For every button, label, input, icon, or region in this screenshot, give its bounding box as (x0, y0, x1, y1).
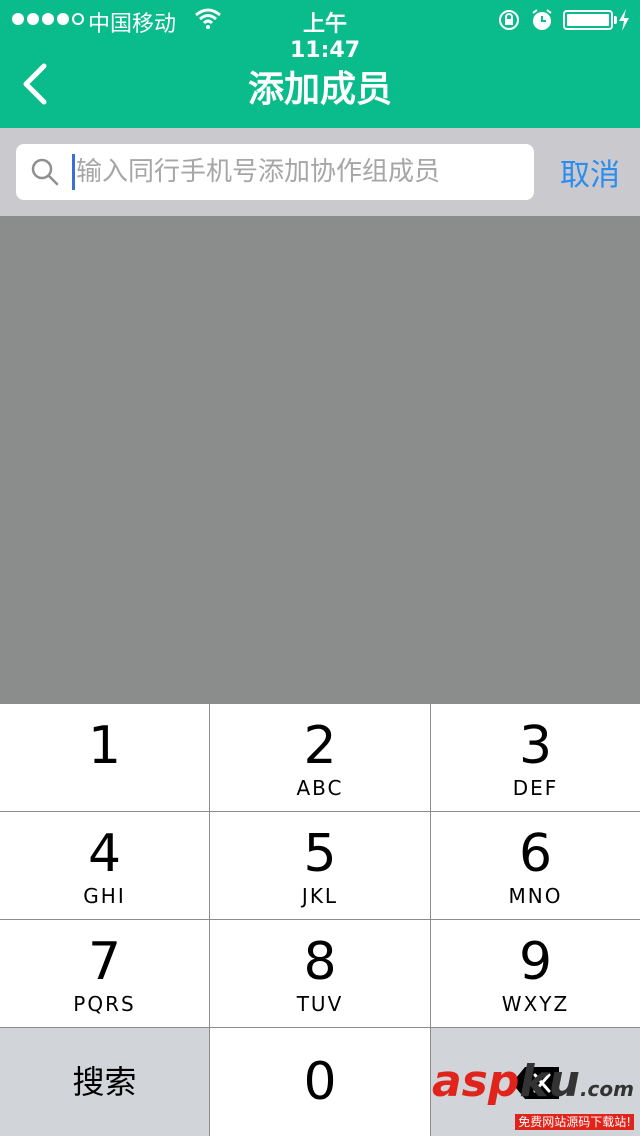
key-8[interactable]: 8 TUV (210, 920, 430, 1027)
key-digit: 6 (518, 824, 553, 884)
search-key[interactable]: 搜索 (0, 1028, 209, 1136)
key-digit: 1 (87, 716, 122, 776)
key-digit: 2 (303, 716, 337, 776)
watermark-brand: aspku.com (431, 1056, 634, 1107)
backspace-key[interactable]: aspku.com 免费网站源码下载站! (431, 1028, 640, 1136)
key-2[interactable]: 2 ABC (210, 704, 430, 811)
key-9[interactable]: 9 WXYZ (431, 920, 640, 1027)
key-digit: 3 (518, 716, 553, 776)
key-letters: MNO (508, 884, 563, 908)
status-time: 上午11:47 (289, 12, 361, 63)
key-letters: TUV (296, 992, 344, 1016)
dimmed-overlay[interactable] (0, 216, 640, 704)
key-letters: DEF (512, 776, 559, 800)
search-key-label: 搜索 (72, 1063, 137, 1101)
rotation-lock-icon (499, 10, 519, 30)
charging-bolt-icon (619, 9, 629, 31)
key-letters: GHI (83, 884, 126, 908)
carrier-name: 中国移动 (88, 12, 177, 37)
battery-icon (563, 10, 613, 30)
key-letters: WXYZ (501, 992, 570, 1016)
key-5[interactable]: 5 JKL (210, 812, 430, 919)
key-6[interactable]: 6 MNO (431, 812, 640, 919)
key-letters: PQRS (73, 992, 136, 1016)
text-caret (72, 154, 75, 190)
nav-header: 中国移动 上午11:47 添加成员 (0, 0, 640, 128)
key-letters: ABC (296, 776, 344, 800)
key-0[interactable]: 0 (210, 1028, 430, 1136)
watermark: aspku.com 免费网站源码下载站! (432, 1060, 634, 1130)
key-3[interactable]: 3 DEF (431, 704, 640, 811)
key-digit: 0 (303, 1052, 337, 1112)
key-4[interactable]: 4 GHI (0, 812, 209, 919)
key-digit: 9 (518, 932, 553, 992)
key-digit: 7 (87, 932, 122, 992)
cancel-button[interactable]: 取消 (550, 150, 630, 194)
battery-tip (614, 16, 617, 24)
numeric-keypad: 1 2 ABC 3 DEF 4 GHI 5 JKL 6 MNO 7 PQRS 8… (0, 704, 640, 1136)
key-7[interactable]: 7 PQRS (0, 920, 209, 1027)
search-icon (31, 158, 59, 186)
key-digit: 8 (303, 932, 337, 992)
back-chevron-icon[interactable] (20, 62, 50, 106)
status-bar: 中国移动 上午11:47 (0, 0, 640, 63)
signal-strength-icon (12, 13, 84, 25)
page-title: 添加成员 (247, 69, 392, 110)
key-letters: JKL (301, 884, 339, 908)
phone-search-input[interactable] (76, 144, 516, 200)
key-1[interactable]: 1 (0, 704, 209, 811)
alarm-icon (532, 9, 552, 30)
key-digit: 4 (87, 824, 122, 884)
wifi-icon (195, 8, 221, 29)
watermark-tagline: 免费网站源码下载站! (515, 1114, 634, 1130)
search-box[interactable] (16, 144, 534, 200)
search-bar: 取消 (0, 128, 640, 216)
key-digit: 5 (303, 824, 337, 884)
